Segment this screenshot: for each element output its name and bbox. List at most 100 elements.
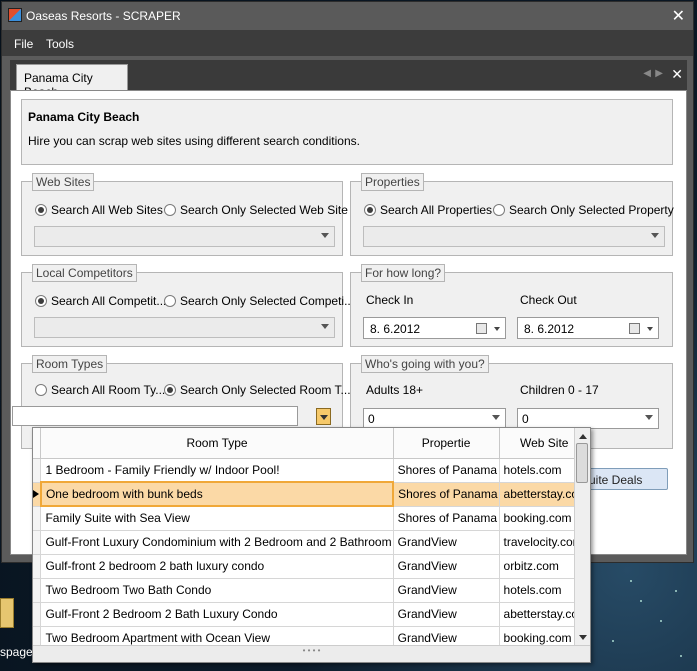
menu-file[interactable]: File — [14, 37, 33, 51]
competitors-legend: Local Competitors — [32, 264, 137, 282]
close-icon[interactable]: ✕ — [672, 6, 685, 26]
header-box: Panama City Beach Hire you can scrap web… — [21, 99, 673, 165]
radio-icon — [493, 204, 505, 216]
radio-icon — [35, 384, 47, 396]
check-out-value: 8. 6.2012 — [524, 322, 575, 336]
cell-propertie[interactable]: GrandView — [393, 530, 500, 555]
tab-next-icon[interactable]: ▶ — [655, 68, 663, 79]
tab-close-icon[interactable]: ✕ — [671, 66, 683, 83]
chevron-down-icon — [321, 324, 329, 329]
scroll-up-icon[interactable] — [579, 434, 587, 439]
cell-room-type[interactable]: Gulf-Front Luxury Condominium with 2 Bed… — [40, 530, 394, 555]
room-type-combo-input[interactable] — [12, 406, 298, 426]
radio-selected-icon — [364, 204, 376, 216]
table-row[interactable]: Gulf-front 2 bedroom 2 bath luxury condo… — [33, 554, 590, 579]
room-type-dropdown-grid: Room Type Propertie Web Site 1 Bedroom -… — [32, 427, 591, 663]
web-sites-group: Web Sites Search All Web Sites Search On… — [21, 173, 348, 256]
cell-room-type[interactable]: Two Bedroom Two Bath Condo — [40, 578, 394, 603]
row-header[interactable] — [33, 602, 42, 627]
adults-value: 0 — [368, 412, 375, 426]
chevron-down-icon — [645, 415, 653, 420]
row-header[interactable] — [33, 554, 42, 579]
table-row[interactable]: Two Bedroom Two Bath Condo GrandView hotel… — [33, 578, 590, 603]
web-sites-selected-radio[interactable]: Search Only Selected Web Site — [164, 203, 348, 217]
menu-tools[interactable]: Tools — [46, 37, 74, 51]
desktop-icon-label[interactable]: spage — [0, 645, 33, 659]
table-row[interactable]: 1 Bedroom - Family Friendly w/ Indoor Po… — [33, 458, 590, 483]
tab-prev-icon[interactable]: ◀ — [643, 68, 651, 79]
web-sites-all-radio[interactable]: Search All Web Sites — [35, 203, 163, 217]
how-long-legend: For how long? — [361, 264, 446, 282]
chevron-down-icon — [320, 415, 328, 420]
scroll-down-icon[interactable] — [579, 635, 587, 640]
adults-label: Adults 18+ — [366, 383, 424, 397]
row-header[interactable] — [33, 530, 42, 555]
cell-propertie[interactable]: GrandView — [393, 578, 500, 603]
title-bar: Oaseas Resorts - SCRAPER ✕ — [2, 2, 693, 30]
app-icon — [8, 8, 22, 22]
chevron-down-icon — [492, 415, 500, 420]
row-header[interactable] — [33, 578, 42, 603]
table-row[interactable]: Gulf-Front 2 Bedroom 2 Bath Luxury Condo… — [33, 602, 590, 627]
properties-group: Properties Search All Properties Search … — [350, 173, 674, 256]
tab-strip: Panama City Beach ◀ ▶ ✕ — [10, 60, 687, 99]
cell-room-type[interactable]: Gulf-front 2 bedroom 2 bath luxury condo — [40, 554, 394, 579]
web-sites-combo[interactable] — [34, 226, 335, 247]
room-types-selected-radio[interactable]: Search Only Selected Room T... — [164, 383, 351, 397]
table-row[interactable]: Family Suite with Sea View Shores of Pana… — [33, 506, 590, 531]
tab-panama-city-beach[interactable]: Panama City Beach — [16, 64, 128, 99]
resize-grip[interactable]: • • • • — [33, 645, 590, 662]
check-in-label: Check In — [366, 293, 414, 307]
menu-bar: File Tools — [2, 30, 693, 56]
table-row[interactable]: One bedroom with bunk beds Shores of Pana… — [33, 481, 590, 507]
adults-combo[interactable]: 0 — [363, 408, 506, 429]
competitors-all-radio[interactable]: Search All Competit... — [35, 294, 166, 308]
room-type-dropdown-button[interactable] — [316, 408, 331, 425]
chevron-down-icon — [321, 233, 329, 238]
how-long-group: For how long? Check In Check Out 8. 6.20… — [350, 264, 673, 347]
children-combo[interactable]: 0 — [517, 408, 659, 429]
competitors-combo[interactable] — [34, 317, 335, 338]
radio-icon — [164, 204, 176, 216]
children-label: Children 0 - 17 — [520, 383, 599, 397]
check-in-date-picker[interactable]: 8. 6.2012 — [363, 317, 506, 339]
check-out-date-picker[interactable]: 8. 6.2012 — [517, 317, 659, 339]
room-types-all-radio[interactable]: Search All Room Ty... — [35, 383, 165, 397]
chevron-down-icon — [651, 233, 659, 238]
desktop-folder-icon[interactable] — [0, 598, 14, 628]
column-header-room-type[interactable]: Room Type — [40, 428, 394, 459]
cell-room-type[interactable]: Gulf-Front 2 Bedroom 2 Bath Luxury Condo — [40, 602, 394, 627]
table-row[interactable]: Gulf-Front Luxury Condominium with 2 Bed… — [33, 530, 590, 555]
calendar-icon — [476, 323, 487, 334]
radio-icon — [164, 295, 176, 307]
properties-combo[interactable] — [363, 226, 665, 247]
guests-legend: Who's going with you? — [361, 355, 489, 373]
row-header[interactable] — [33, 506, 42, 531]
chevron-down-icon — [647, 327, 653, 331]
cell-propertie[interactable]: Shores of Panama — [393, 506, 500, 531]
row-pointer-icon — [33, 490, 40, 498]
radio-selected-icon — [35, 295, 47, 307]
page-subtitle: Hire you can scrap web sites using diffe… — [28, 134, 360, 148]
competitors-selected-radio[interactable]: Search Only Selected Competi... — [164, 294, 354, 308]
competitors-group: Local Competitors Search All Competit...… — [21, 264, 354, 347]
cell-room-type[interactable]: Family Suite with Sea View — [40, 506, 394, 531]
cell-propertie[interactable]: Shores of Panama — [393, 482, 500, 507]
cell-room-type[interactable]: One bedroom with bunk beds — [39, 481, 395, 507]
row-header-corner — [33, 428, 42, 459]
web-sites-legend: Web Sites — [32, 173, 95, 191]
radio-selected-icon — [164, 384, 176, 396]
properties-selected-radio[interactable]: Search Only Selected Property — [493, 203, 674, 217]
row-header[interactable] — [33, 482, 42, 507]
scroll-thumb[interactable] — [576, 443, 588, 483]
row-header[interactable] — [33, 458, 42, 483]
cell-room-type[interactable]: 1 Bedroom - Family Friendly w/ Indoor Po… — [40, 458, 394, 483]
check-in-value: 8. 6.2012 — [370, 322, 421, 336]
chevron-down-icon — [494, 327, 500, 331]
properties-all-radio[interactable]: Search All Properties — [364, 203, 492, 217]
cell-propertie[interactable]: GrandView — [393, 554, 500, 579]
vertical-scrollbar[interactable] — [574, 428, 590, 646]
cell-propertie[interactable]: Shores of Panama — [393, 458, 500, 483]
column-header-propertie[interactable]: Propertie — [393, 428, 500, 459]
cell-propertie[interactable]: GrandView — [393, 602, 500, 627]
